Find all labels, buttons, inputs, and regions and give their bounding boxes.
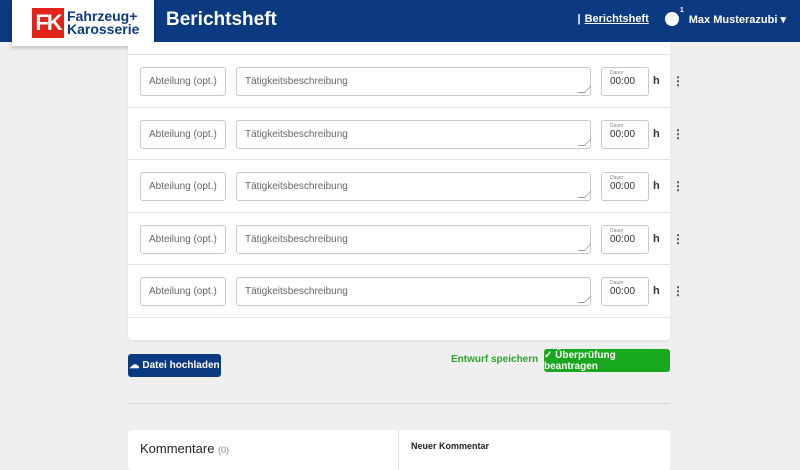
request-review-button[interactable]: ✓ Überprüfung beantragen bbox=[544, 349, 670, 372]
entry-row: Abteilung (opt.) Tätigkeitsbeschreibung … bbox=[128, 106, 684, 160]
hours-unit: h bbox=[653, 127, 660, 140]
duration-input[interactable]: Dauer 00:00 bbox=[601, 224, 649, 254]
page-title: Berichtsheft bbox=[166, 9, 277, 30]
comments-count: (0) bbox=[218, 445, 230, 455]
header: FK Fahrzeug+ Karosserie Berichtsheft | Be… bbox=[0, 0, 800, 46]
more-options-icon[interactable]: ⋮ bbox=[672, 233, 684, 245]
department-input[interactable]: Abteilung (opt.) bbox=[140, 277, 226, 306]
cloud-upload-icon: ☁ bbox=[129, 360, 140, 371]
duration-input[interactable]: Dauer 00:00 bbox=[601, 67, 649, 96]
logo-line2: Karosserie bbox=[67, 21, 140, 37]
description-textarea[interactable]: Tätigkeitsbeschreibung bbox=[236, 224, 591, 254]
top-nav: | Berichtsheft 1 Max Musterazubi ▾ bbox=[577, 7, 786, 26]
entries-card: Abteilung (opt.) Tätigkeitsbeschreibung … bbox=[128, 42, 684, 340]
department-input[interactable]: Abteilung (opt.) bbox=[140, 119, 226, 149]
department-input[interactable]: Abteilung (opt.) bbox=[140, 67, 226, 96]
logo-mark: FK bbox=[32, 8, 64, 38]
nav-separator: | bbox=[577, 13, 581, 25]
comments-card: Kommentare (0) Neuer Kommentar bbox=[128, 430, 670, 470]
more-options-icon[interactable]: ⋮ bbox=[672, 285, 684, 297]
nav-link-berichtsheft[interactable]: Berichtsheft bbox=[585, 13, 649, 25]
description-textarea[interactable]: Tätigkeitsbeschreibung bbox=[236, 172, 591, 201]
notification-icon[interactable]: 1 bbox=[664, 7, 684, 26]
entry-row: Abteilung (opt.) Tätigkeitsbeschreibung … bbox=[128, 264, 684, 317]
duration-input[interactable]: Dauer 00:00 bbox=[601, 119, 649, 149]
description-textarea[interactable]: Tätigkeitsbeschreibung bbox=[236, 119, 591, 149]
hours-unit: h bbox=[653, 232, 660, 245]
user-menu[interactable]: Max Musterazubi ▾ bbox=[689, 13, 786, 26]
more-options-icon[interactable]: ⋮ bbox=[672, 180, 684, 192]
entry-row: Abteilung (opt.) Tätigkeitsbeschreibung … bbox=[128, 159, 684, 212]
description-textarea[interactable]: Tätigkeitsbeschreibung bbox=[236, 277, 591, 306]
hours-unit: h bbox=[653, 285, 660, 297]
duration-input[interactable]: Dauer 00:00 bbox=[601, 277, 649, 306]
save-draft-button[interactable]: Entwurf speichern bbox=[451, 354, 538, 365]
chevron-down-icon: ▾ bbox=[780, 13, 786, 26]
description-textarea[interactable]: Tätigkeitsbeschreibung bbox=[236, 67, 591, 96]
department-input[interactable]: Abteilung (opt.) bbox=[140, 172, 226, 201]
notification-count: 1 bbox=[679, 7, 684, 14]
more-options-icon[interactable]: ⋮ bbox=[672, 75, 684, 87]
comments-title: Kommentare bbox=[140, 441, 215, 456]
divider bbox=[128, 403, 670, 404]
logo[interactable]: FK Fahrzeug+ Karosserie bbox=[12, 0, 154, 46]
more-options-icon[interactable]: ⋮ bbox=[672, 128, 684, 140]
entry-row: Abteilung (opt.) Tätigkeitsbeschreibung … bbox=[128, 54, 684, 107]
entry-row: Abteilung (opt.) Tätigkeitsbeschreibung … bbox=[128, 211, 684, 265]
hours-unit: h bbox=[653, 75, 660, 87]
department-input[interactable]: Abteilung (opt.) bbox=[140, 224, 226, 254]
user-name: Max Musterazubi bbox=[688, 13, 778, 26]
hours-unit: h bbox=[653, 180, 660, 192]
duration-input[interactable]: Dauer 00:00 bbox=[601, 172, 649, 201]
upload-button[interactable]: ☁ Datei hochladen bbox=[128, 354, 221, 377]
